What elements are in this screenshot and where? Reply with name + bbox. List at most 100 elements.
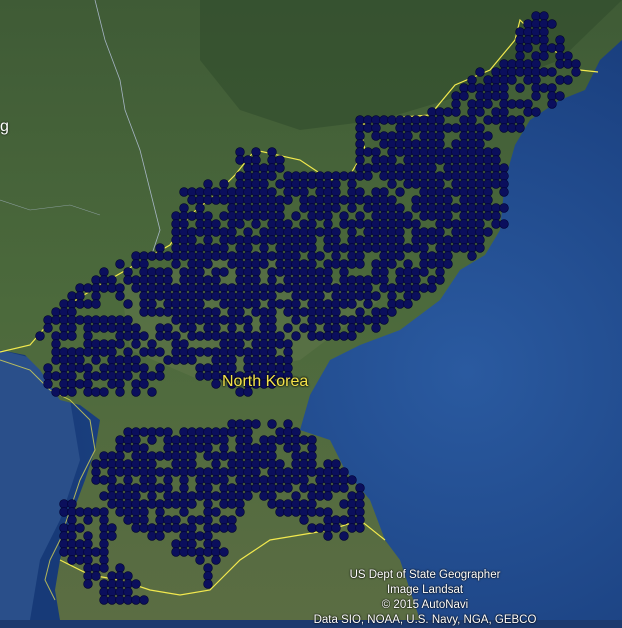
map-marker[interactable] <box>267 323 277 333</box>
map-marker[interactable] <box>243 227 253 237</box>
map-marker[interactable] <box>171 355 181 365</box>
map-marker[interactable] <box>427 139 437 149</box>
map-marker[interactable] <box>483 91 493 101</box>
map-marker[interactable] <box>203 547 213 557</box>
map-marker[interactable] <box>91 275 101 285</box>
map-marker[interactable] <box>147 267 157 277</box>
map-marker[interactable] <box>219 331 229 341</box>
map-marker[interactable] <box>491 107 501 117</box>
map-marker[interactable] <box>475 83 485 93</box>
map-marker[interactable] <box>539 27 549 37</box>
map-marker[interactable] <box>499 171 509 181</box>
map-marker[interactable] <box>467 203 477 213</box>
map-marker[interactable] <box>347 491 357 501</box>
map-marker[interactable] <box>531 107 541 117</box>
map-marker[interactable] <box>267 163 277 173</box>
map-marker[interactable] <box>427 147 437 157</box>
map-marker[interactable] <box>467 195 477 205</box>
map-marker[interactable] <box>291 307 301 317</box>
map-marker[interactable] <box>123 267 133 277</box>
map-marker[interactable] <box>371 115 381 125</box>
map-marker[interactable] <box>107 355 117 365</box>
map-marker[interactable] <box>267 315 277 325</box>
map-marker[interactable] <box>203 523 213 533</box>
map-marker[interactable] <box>539 35 549 45</box>
map-marker[interactable] <box>459 211 469 221</box>
map-marker[interactable] <box>163 483 173 493</box>
map-marker[interactable] <box>219 195 229 205</box>
map-marker[interactable] <box>107 499 117 509</box>
map-marker[interactable] <box>195 483 205 493</box>
map-marker[interactable] <box>115 331 125 341</box>
map-marker[interactable] <box>243 467 253 477</box>
map-marker[interactable] <box>443 203 453 213</box>
map-marker[interactable] <box>291 427 301 437</box>
map-marker[interactable] <box>91 315 101 325</box>
map-marker[interactable] <box>107 587 117 597</box>
map-marker[interactable] <box>171 547 181 557</box>
map-marker[interactable] <box>443 243 453 253</box>
map-marker[interactable] <box>107 363 117 373</box>
map-marker[interactable] <box>75 283 85 293</box>
map-marker[interactable] <box>147 467 157 477</box>
map-marker[interactable] <box>387 163 397 173</box>
map-marker[interactable] <box>395 219 405 229</box>
map-marker[interactable] <box>291 451 301 461</box>
map-marker[interactable] <box>467 243 477 253</box>
map-marker[interactable] <box>91 563 101 573</box>
map-marker[interactable] <box>331 483 341 493</box>
map-marker[interactable] <box>107 579 117 589</box>
map-marker[interactable] <box>531 67 541 77</box>
map-marker[interactable] <box>323 491 333 501</box>
map-marker[interactable] <box>131 323 141 333</box>
map-marker[interactable] <box>347 187 357 197</box>
map-marker[interactable] <box>419 211 429 221</box>
map-marker[interactable] <box>171 467 181 477</box>
map-marker[interactable] <box>155 243 165 253</box>
map-marker[interactable] <box>211 539 221 549</box>
map-marker[interactable] <box>427 131 437 141</box>
map-marker[interactable] <box>187 307 197 317</box>
map-marker[interactable] <box>371 123 381 133</box>
map-marker[interactable] <box>371 163 381 173</box>
map-marker[interactable] <box>43 323 53 333</box>
map-marker[interactable] <box>51 331 61 341</box>
map-marker[interactable] <box>211 195 221 205</box>
map-marker[interactable] <box>515 67 525 77</box>
map-marker[interactable] <box>419 115 429 125</box>
map-marker[interactable] <box>371 219 381 229</box>
map-marker[interactable] <box>251 179 261 189</box>
map-marker[interactable] <box>515 27 525 37</box>
map-marker[interactable] <box>379 275 389 285</box>
map-marker[interactable] <box>291 443 301 453</box>
map-marker[interactable] <box>435 179 445 189</box>
map-marker[interactable] <box>459 131 469 141</box>
map-marker[interactable] <box>203 283 213 293</box>
map-marker[interactable] <box>243 259 253 269</box>
map-marker[interactable] <box>355 131 365 141</box>
map-marker[interactable] <box>283 251 293 261</box>
map-marker[interactable] <box>267 339 277 349</box>
map-marker[interactable] <box>203 363 213 373</box>
map-marker[interactable] <box>307 179 317 189</box>
map-marker[interactable] <box>147 307 157 317</box>
map-marker[interactable] <box>75 355 85 365</box>
map-marker[interactable] <box>83 563 93 573</box>
map-marker[interactable] <box>147 451 157 461</box>
map-marker[interactable] <box>467 235 477 245</box>
map-marker[interactable] <box>267 435 277 445</box>
map-marker[interactable] <box>203 539 213 549</box>
map-marker[interactable] <box>347 523 357 533</box>
map-marker[interactable] <box>387 155 397 165</box>
map-marker[interactable] <box>131 251 141 261</box>
map-marker[interactable] <box>203 435 213 445</box>
map-marker[interactable] <box>299 515 309 525</box>
map-marker[interactable] <box>459 171 469 181</box>
map-marker[interactable] <box>283 187 293 197</box>
map-marker[interactable] <box>227 491 237 501</box>
map-marker[interactable] <box>267 355 277 365</box>
map-marker[interactable] <box>363 219 373 229</box>
map-marker[interactable] <box>451 139 461 149</box>
map-marker[interactable] <box>131 339 141 349</box>
map-marker[interactable] <box>331 187 341 197</box>
